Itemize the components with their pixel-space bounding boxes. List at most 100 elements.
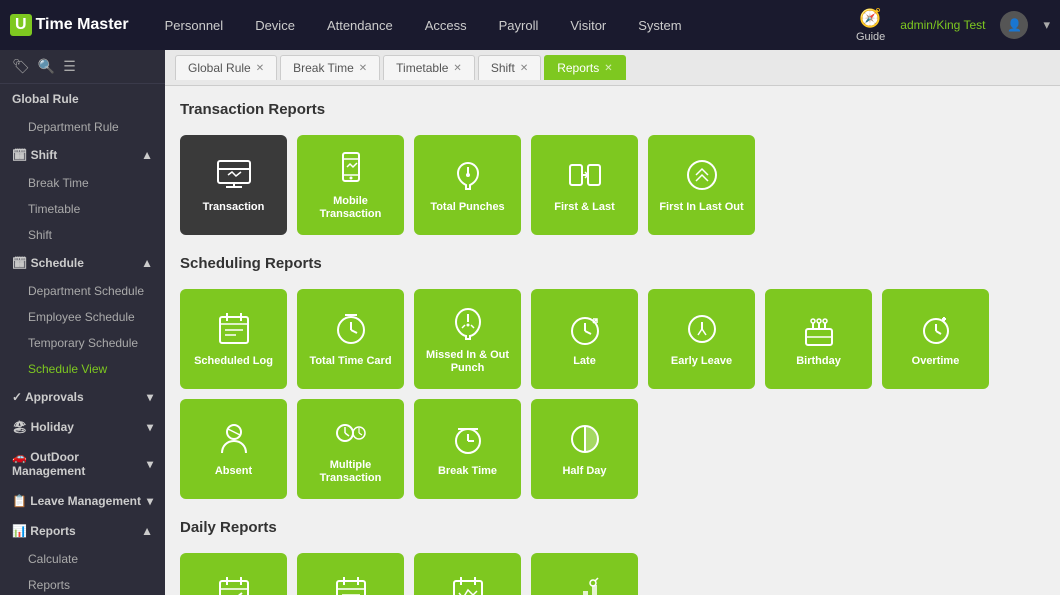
sidebar-tools: 🏷 🔍 ☰ bbox=[0, 50, 165, 84]
card-scheduled-log[interactable]: Scheduled Log bbox=[180, 289, 287, 389]
sidebar-item-timetable[interactable]: Timetable bbox=[0, 196, 165, 222]
sidebar-item-employee-schedule[interactable]: Employee Schedule bbox=[0, 304, 165, 330]
tab-timetable[interactable]: Timetable ✕ bbox=[383, 55, 475, 80]
list-icon[interactable]: ☰ bbox=[63, 58, 76, 75]
guide-label: Guide bbox=[856, 31, 885, 43]
tab-break-time-label: Break Time bbox=[293, 61, 354, 75]
sidebar-item-calculate[interactable]: Calculate bbox=[0, 546, 165, 572]
card-first-in-last-out[interactable]: First In Last Out bbox=[648, 135, 755, 235]
search-icon[interactable]: 🔍 bbox=[38, 58, 55, 75]
schedule-chevron-icon: ▲ bbox=[141, 256, 153, 270]
logo[interactable]: U Time Master bbox=[10, 14, 129, 36]
logo-u: U bbox=[10, 14, 32, 36]
sidebar-item-shift[interactable]: Shift bbox=[0, 222, 165, 248]
sidebar-section-shift[interactable]: 🗓 Shift ▲ bbox=[0, 140, 165, 170]
half-day-label: Half Day bbox=[562, 465, 606, 478]
logo-text: Time Master bbox=[36, 16, 129, 34]
guide-button[interactable]: 🧭 Guide bbox=[856, 8, 885, 43]
tab-timetable-label: Timetable bbox=[396, 61, 448, 75]
card-overtime[interactable]: Overtime bbox=[882, 289, 989, 389]
sidebar-item-break-time[interactable]: Break Time bbox=[0, 170, 165, 196]
avatar[interactable]: 👤 bbox=[1000, 11, 1028, 39]
nav-visitor[interactable]: Visitor bbox=[554, 0, 622, 50]
tag-icon[interactable]: 🏷 bbox=[12, 58, 30, 75]
transaction-reports-grid: Transaction Mobile Transaction bbox=[180, 135, 1045, 235]
sidebar-outdoor-label: 🚗 OutDoor Management bbox=[12, 450, 147, 478]
top-navigation: U Time Master Personnel Device Attendanc… bbox=[0, 0, 1060, 50]
card-daily-attendance[interactable]: Daily Attendance bbox=[180, 553, 287, 595]
reports-chevron-icon: ▲ bbox=[141, 524, 153, 538]
transaction-reports-title: Transaction Reports bbox=[180, 101, 1045, 123]
sidebar-schedule-label: 🗓 Schedule bbox=[12, 256, 84, 270]
card-half-day[interactable]: Half Day bbox=[531, 399, 638, 499]
card-multiple-transaction[interactable]: Multiple Transaction bbox=[297, 399, 404, 499]
sidebar-section-global-rule[interactable]: Global Rule bbox=[0, 84, 165, 114]
shift-chevron-icon: ▲ bbox=[141, 148, 153, 162]
sidebar-section-holiday[interactable]: 🏖 Holiday ▾ bbox=[0, 412, 165, 442]
total-time-card-label: Total Time Card bbox=[309, 355, 391, 368]
nav-payroll[interactable]: Payroll bbox=[483, 0, 555, 50]
report-content: Transaction Reports Transaction bbox=[165, 86, 1060, 595]
nav-system[interactable]: System bbox=[622, 0, 697, 50]
tab-global-rule-close[interactable]: ✕ bbox=[256, 63, 264, 74]
dropdown-icon[interactable]: ▾ bbox=[1043, 17, 1050, 33]
birthday-label: Birthday bbox=[796, 355, 841, 368]
sidebar-item-department-schedule[interactable]: Department Schedule bbox=[0, 278, 165, 304]
nav-personnel[interactable]: Personnel bbox=[149, 0, 240, 50]
scheduling-reports-title: Scheduling Reports bbox=[180, 255, 1045, 277]
tab-reports[interactable]: Reports ✕ bbox=[544, 55, 625, 80]
card-daily-summary[interactable]: Daily Summary bbox=[414, 553, 521, 595]
overtime-label: Overtime bbox=[912, 355, 960, 368]
card-transaction[interactable]: Transaction bbox=[180, 135, 287, 235]
break-time-icon bbox=[448, 419, 488, 459]
tab-global-rule[interactable]: Global Rule ✕ bbox=[175, 55, 277, 80]
sidebar-section-outdoor[interactable]: 🚗 OutDoor Management ▾ bbox=[0, 442, 165, 486]
card-first-last[interactable]: First & Last bbox=[531, 135, 638, 235]
tab-break-time-close[interactable]: ✕ bbox=[359, 63, 367, 74]
card-birthday[interactable]: Birthday bbox=[765, 289, 872, 389]
nav-device[interactable]: Device bbox=[239, 0, 311, 50]
card-absent[interactable]: Absent bbox=[180, 399, 287, 499]
tab-bar: Global Rule ✕ Break Time ✕ Timetable ✕ S… bbox=[165, 50, 1060, 86]
sidebar-item-department-rule[interactable]: Department Rule bbox=[0, 114, 165, 140]
scheduled-log-icon bbox=[214, 309, 254, 349]
card-total-punches[interactable]: Total Punches bbox=[414, 135, 521, 235]
sidebar-section-approvals[interactable]: ✓ Approvals ▾ bbox=[0, 382, 165, 412]
tab-timetable-close[interactable]: ✕ bbox=[453, 63, 461, 74]
nav-right: 🧭 Guide admin/King Test 👤 ▾ bbox=[856, 8, 1050, 43]
first-in-last-out-label: First In Last Out bbox=[659, 201, 743, 214]
tab-reports-close[interactable]: ✕ bbox=[604, 63, 612, 74]
sidebar-section-schedule[interactable]: 🗓 Schedule ▲ bbox=[0, 248, 165, 278]
daily-summary-icon bbox=[448, 573, 488, 595]
nav-attendance[interactable]: Attendance bbox=[311, 0, 409, 50]
card-break-time[interactable]: Break Time bbox=[414, 399, 521, 499]
sidebar-section-label: Global Rule bbox=[12, 92, 79, 106]
card-total-time-card[interactable]: Total Time Card bbox=[297, 289, 404, 389]
absent-label: Absent bbox=[215, 465, 252, 478]
sidebar-section-reports[interactable]: 📊 Reports ▲ bbox=[0, 516, 165, 546]
missed-punch-icon bbox=[448, 303, 488, 343]
tab-shift-close[interactable]: ✕ bbox=[520, 63, 528, 74]
overtime-icon bbox=[916, 309, 956, 349]
total-punches-label: Total Punches bbox=[430, 201, 504, 214]
total-time-card-icon bbox=[331, 309, 371, 349]
sidebar-item-schedule-view[interactable]: Schedule View bbox=[0, 356, 165, 382]
daily-attendance-icon bbox=[214, 573, 254, 595]
tab-shift[interactable]: Shift ✕ bbox=[478, 55, 541, 80]
nav-access[interactable]: Access bbox=[409, 0, 483, 50]
sidebar-item-reports[interactable]: Reports bbox=[0, 572, 165, 595]
leave-chevron-icon: ▾ bbox=[147, 494, 153, 508]
tab-break-time[interactable]: Break Time ✕ bbox=[280, 55, 380, 80]
user-info: admin/King Test bbox=[900, 18, 985, 32]
sidebar-section-leave[interactable]: 📋 Leave Management ▾ bbox=[0, 486, 165, 516]
guide-icon: 🧭 bbox=[859, 8, 881, 29]
sidebar-holiday-label: 🏖 Holiday bbox=[12, 420, 74, 434]
card-mobile-transaction[interactable]: Mobile Transaction bbox=[297, 135, 404, 235]
card-daily-status[interactable]: Daily Status bbox=[531, 553, 638, 595]
card-early-leave[interactable]: Early Leave bbox=[648, 289, 755, 389]
sidebar-leave-label: 📋 Leave Management bbox=[12, 494, 141, 508]
card-daily-details[interactable]: Daily Details bbox=[297, 553, 404, 595]
card-late[interactable]: Late bbox=[531, 289, 638, 389]
card-missed-punch[interactable]: Missed In & Out Punch bbox=[414, 289, 521, 389]
sidebar-item-temporary-schedule[interactable]: Temporary Schedule bbox=[0, 330, 165, 356]
